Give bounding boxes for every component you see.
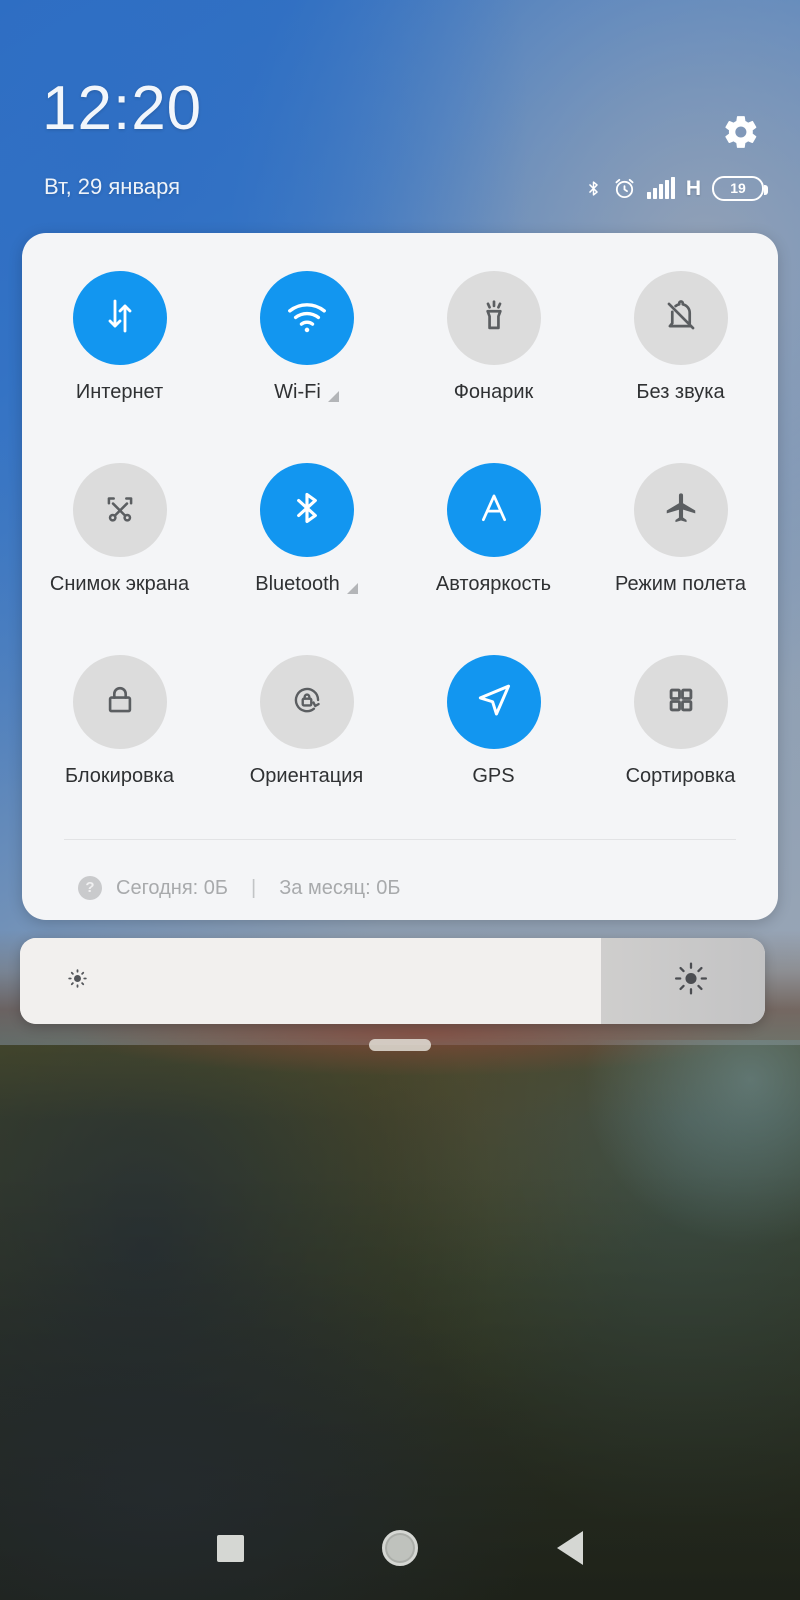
tile-airplane-mode-label-row: Режим полета — [587, 573, 774, 596]
nav-home-button[interactable] — [315, 1530, 485, 1566]
bluetooth-icon — [585, 176, 602, 201]
tile-label: Снимок экрана — [49, 573, 190, 595]
tile-auto-brightness-label-row: Автояркость — [400, 573, 587, 596]
mobile-data-icon — [100, 296, 140, 341]
gear-icon — [722, 113, 760, 156]
home-circle-icon — [382, 1530, 418, 1566]
tile-bluetooth-label-row: Bluetooth — [213, 573, 400, 596]
tile-wifi-circle[interactable] — [259, 271, 354, 365]
brightness-low-icon — [64, 965, 91, 997]
recents-square-icon — [216, 1534, 244, 1562]
airplane-icon — [662, 489, 700, 532]
tile-internet-circle[interactable] — [72, 271, 167, 365]
battery-level-label: 19 — [730, 180, 746, 196]
help-icon[interactable]: ? — [78, 876, 102, 900]
tile-expander-icon[interactable] — [327, 391, 339, 402]
clock-time: 12:20 — [42, 74, 203, 143]
rotation-lock-icon — [288, 681, 326, 724]
tile-label: Без звука — [636, 381, 725, 403]
tile-label: Фонарик — [453, 381, 534, 403]
data-usage-today: Сегодня: 0Б — [116, 876, 229, 899]
wifi-icon — [285, 294, 329, 343]
tile-silent-circle[interactable] — [633, 271, 728, 365]
tile-auto-brightness[interactable]: Автояркость — [400, 451, 587, 643]
tile-lock[interactable]: Блокировка — [26, 643, 213, 835]
tile-sort-label-row: Сортировка — [587, 765, 774, 788]
tile-sort-circle[interactable] — [633, 655, 728, 749]
tile-bluetooth-circle[interactable] — [259, 463, 354, 557]
navigation-arrow-icon — [473, 679, 515, 726]
tile-lock-circle[interactable] — [72, 655, 167, 749]
status-header: 12:20 Вт, 29 января H 19 — [0, 0, 800, 233]
tile-screenshot-label-row: Снимок экрана — [26, 573, 213, 596]
tile-bluetooth[interactable]: Bluetooth — [213, 451, 400, 643]
tile-label: GPS — [472, 765, 515, 787]
tile-orientation-circle[interactable] — [259, 655, 354, 749]
brightness-high-icon — [672, 960, 710, 1003]
back-triangle-icon — [557, 1531, 583, 1565]
tile-flashlight[interactable]: Фонарик — [400, 259, 587, 451]
tile-flashlight-circle[interactable] — [446, 271, 541, 365]
signal-bars-icon — [646, 177, 675, 199]
bluetooth-icon — [287, 488, 327, 533]
tile-gps-label-row: GPS — [400, 765, 587, 788]
grid-icon — [663, 682, 699, 723]
tile-gps-circle[interactable] — [446, 655, 541, 749]
nav-recents-button[interactable] — [145, 1534, 315, 1562]
quick-settings-tile-grid: Интернет Wi-Fi Фонарик Без звука Снимок … — [22, 233, 778, 835]
alarm-clock-icon — [613, 177, 636, 200]
brightness-slider[interactable] — [20, 938, 765, 1024]
data-usage-row[interactable]: ? Сегодня: 0Б | За месяц: 0Б — [22, 840, 778, 914]
data-usage-separator: | — [251, 876, 257, 899]
tile-internet[interactable]: Интернет — [26, 259, 213, 451]
bell-off-icon — [662, 297, 700, 340]
nav-back-button[interactable] — [485, 1531, 655, 1565]
tile-sort[interactable]: Сортировка — [587, 643, 774, 835]
tile-label: Ориентация — [249, 765, 364, 787]
battery-indicator: 19 — [712, 175, 768, 201]
navigation-bar — [0, 1496, 800, 1600]
tile-label: Bluetooth — [255, 573, 340, 595]
lock-icon — [102, 682, 138, 723]
tile-flashlight-label-row: Фонарик — [400, 381, 587, 404]
statusbar-icons: H 19 — [585, 175, 768, 201]
screenshot-icon — [101, 489, 139, 532]
tile-silent[interactable]: Без звука — [587, 259, 774, 451]
tile-screenshot-circle[interactable] — [72, 463, 167, 557]
tile-gps[interactable]: GPS — [400, 643, 587, 835]
tile-label: Блокировка — [64, 765, 175, 787]
tile-airplane-mode-circle[interactable] — [633, 463, 728, 557]
tile-wifi-label-row: Wi-Fi — [213, 381, 400, 404]
tile-orientation-label-row: Ориентация — [213, 765, 400, 788]
quick-settings-panel: Интернет Wi-Fi Фонарик Без звука Снимок … — [22, 233, 778, 920]
tile-expander-icon[interactable] — [346, 583, 358, 594]
tile-orientation[interactable]: Ориентация — [213, 643, 400, 835]
flashlight-icon — [475, 297, 513, 340]
tile-silent-label-row: Без звука — [587, 381, 774, 404]
settings-button[interactable] — [720, 113, 762, 155]
tile-lock-label-row: Блокировка — [26, 765, 213, 788]
tile-label: Интернет — [75, 381, 164, 403]
auto-brightness-icon — [472, 486, 516, 535]
clock-date: Вт, 29 января — [44, 174, 181, 199]
tile-internet-label-row: Интернет — [26, 381, 213, 404]
data-usage-month: За месяц: 0Б — [279, 876, 401, 899]
tile-wifi[interactable]: Wi-Fi — [213, 259, 400, 451]
tile-label: Сортировка — [625, 765, 736, 787]
tile-airplane-mode[interactable]: Режим полета — [587, 451, 774, 643]
tile-label: Wi-Fi — [274, 381, 321, 403]
tile-label: Режим полета — [615, 573, 746, 595]
tile-auto-brightness-circle[interactable] — [446, 463, 541, 557]
network-type-label: H — [685, 176, 701, 200]
tile-label: Автояркость — [435, 573, 552, 595]
panel-drag-handle[interactable] — [369, 1039, 431, 1051]
brightness-slider-fill[interactable] — [20, 938, 602, 1024]
tile-screenshot[interactable]: Снимок экрана — [26, 451, 213, 643]
